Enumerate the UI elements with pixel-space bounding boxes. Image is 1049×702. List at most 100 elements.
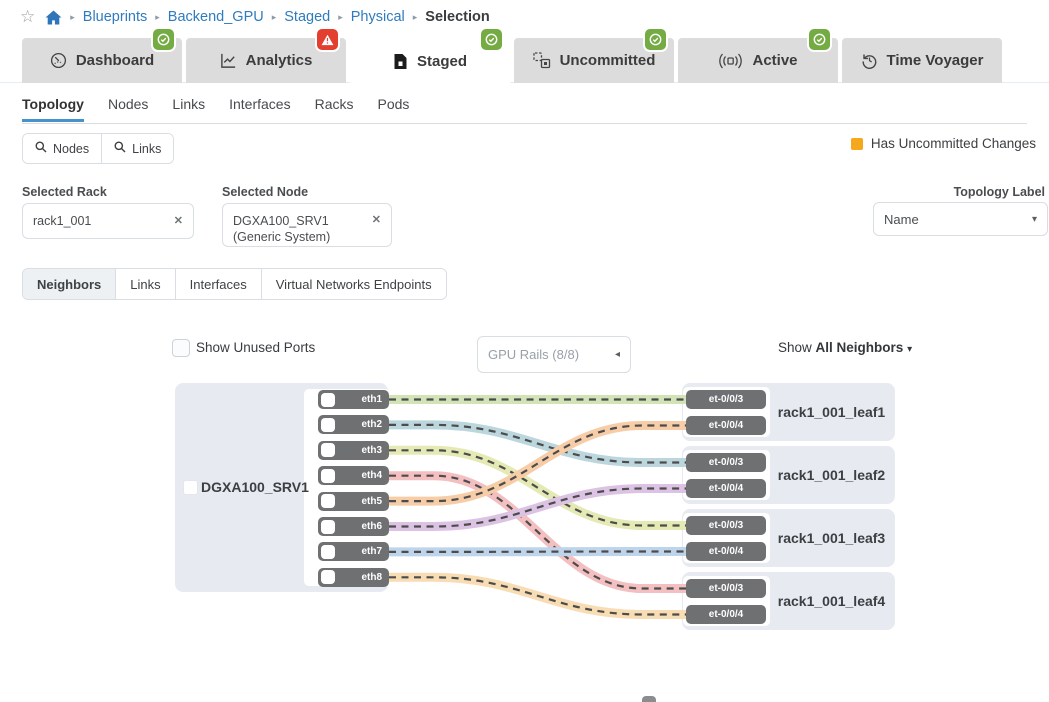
tab-label: Dashboard [75,52,155,69]
selected-node-value: DGXA100_SRV1 (Generic System) [233,214,331,245]
gpu-rails-select[interactable]: GPU Rails (8/8) ◂ [477,336,631,373]
port-checkbox[interactable] [321,443,335,458]
subtab-pods[interactable]: Pods [378,96,410,119]
breadcrumb-link-staged[interactable]: Staged [284,9,330,25]
server-port-eth8[interactable]: eth8 [318,567,389,587]
port-checkbox[interactable] [321,417,335,432]
uncommitted-icon [532,52,551,69]
success-badge-icon [153,29,174,50]
breadcrumb-separator-icon: ▸ [412,11,418,22]
link-dash-eth3 [389,449,686,527]
subtab-racks[interactable]: Racks [315,96,354,119]
show-neighbors-value: All Neighbors [815,340,904,355]
topology-search-group: Nodes Links [22,133,175,164]
link-dash-eth8 [389,576,686,616]
breadcrumb-separator-icon: ▸ [271,11,277,22]
link-dash-eth5 [389,424,686,503]
port-label: et-0/0/3 [708,457,744,468]
view-tab-neighbors[interactable]: Neighbors [23,269,117,299]
leaf-port-rack1-001-leaf2-et-0-0-3[interactable]: et-0/0/3 [686,453,766,472]
selected-rack-clear-icon[interactable]: ✕ [174,214,183,228]
port-checkbox[interactable] [321,494,335,509]
home-icon[interactable] [45,9,62,25]
tab-dashboard[interactable]: Dashboard [22,29,182,83]
uncommitted-changes-legend: Has Uncommitted Changes [850,136,1036,151]
gpu-rails-value: GPU Rails (8/8) [488,347,580,362]
port-checkbox[interactable] [321,468,335,483]
port-checkbox[interactable] [321,519,335,534]
port-label: eth7 [361,546,382,558]
view-tab-virtual-networks-endpoints[interactable]: Virtual Networks Endpoints [261,269,446,299]
subtab-links[interactable]: Links [172,96,205,119]
port-label: et-0/0/4 [708,420,744,431]
leaf-node-label: rack1_001_leaf2 [777,467,886,483]
tab-label: Uncommitted [559,52,656,69]
link-band-eth8 [389,572,686,619]
selected-node-label: Selected Node [222,185,309,199]
subtab-topology[interactable]: Topology [22,96,84,122]
gauge-icon [50,52,67,69]
search-nodes-button[interactable]: Nodes [23,134,103,163]
breadcrumb-current: Selection [425,9,490,25]
link-dash-eth4 [389,474,686,590]
server-port-eth1[interactable]: eth1 [318,390,389,409]
breadcrumb-link-backend-gpu[interactable]: Backend_GPU [168,9,264,25]
chevron-down-icon: ▾ [1031,213,1037,225]
server-port-eth2[interactable]: eth2 [318,415,389,435]
chevron-down-icon: ▾ [907,344,913,355]
breadcrumb-link-physical[interactable]: Physical [351,9,405,25]
search-icon [35,141,47,156]
leaf-node-label: rack1_001_leaf1 [777,404,886,420]
view-tab-interfaces[interactable]: Interfaces [175,269,262,299]
breadcrumb-separator-icon: ▸ [70,11,75,22]
selected-node-input[interactable]: DGXA100_SRV1 (Generic System) ✕ [222,203,392,247]
tab-analytics[interactable]: Analytics [186,29,346,83]
port-checkbox[interactable] [321,544,335,559]
tab-active[interactable]: Active [678,29,838,83]
leaf-port-rack1-001-leaf1-et-0-0-3[interactable]: et-0/0/3 [686,390,766,409]
leaf-port-rack1-001-leaf2-et-0-0-4[interactable]: et-0/0/4 [686,479,766,498]
show-unused-ports-checkbox[interactable] [172,339,190,357]
favorite-star-icon[interactable]: ☆ [20,7,35,27]
leaf-port-rack1-001-leaf4-et-0-0-4[interactable]: et-0/0/4 [686,605,766,624]
leaf-port-rack1-001-leaf3-et-0-0-3[interactable]: et-0/0/3 [686,516,766,535]
search-links-button[interactable]: Links [102,134,174,163]
selected-rack-label: Selected Rack [22,185,107,199]
selected-node-clear-icon[interactable]: ✕ [372,213,381,227]
tab-time-voyager[interactable]: Time Voyager [842,38,1002,83]
port-checkbox[interactable] [321,392,335,407]
server-port-eth7[interactable]: eth7 [318,542,389,562]
server-node-checkbox[interactable] [183,480,198,495]
topology-label-select[interactable]: Name ▾ [873,202,1048,236]
success-badge-icon [645,29,666,50]
server-port-eth4[interactable]: eth4 [318,466,389,486]
tab-uncommitted[interactable]: Uncommitted [514,29,674,83]
tab-label: Active [752,52,798,69]
warning-badge-icon [317,29,338,50]
show-neighbors-prefix: Show [778,340,812,355]
link-band-eth2 [389,420,686,467]
success-badge-icon [481,29,502,50]
topology-label-label: Topology Label [953,185,1045,199]
server-port-eth5[interactable]: eth5 [318,491,389,511]
port-label: eth6 [361,521,382,532]
search-button-label: Nodes [53,141,90,156]
subtab-interfaces[interactable]: Interfaces [229,96,290,119]
leaf-port-rack1-001-leaf3-et-0-0-4[interactable]: et-0/0/4 [686,542,766,561]
uncommitted-changes-swatch [850,137,863,150]
port-label: eth4 [361,470,382,482]
leaf-port-rack1-001-leaf4-et-0-0-3[interactable]: et-0/0/3 [686,579,766,598]
show-neighbors-dropdown[interactable]: Show All Neighbors ▾ [778,340,912,355]
port-checkbox[interactable] [321,570,335,585]
selected-rack-input[interactable]: rack1_001 ✕ [22,203,194,239]
uncommitted-changes-label: Has Uncommitted Changes [870,136,1036,151]
view-tab-links[interactable]: Links [116,269,176,299]
tab-staged[interactable]: Staged [350,29,510,84]
breadcrumb-separator-icon: ▸ [338,11,343,22]
server-port-eth6[interactable]: eth6 [318,517,389,536]
link-dash-eth2 [389,423,686,464]
server-port-eth3[interactable]: eth3 [318,440,389,460]
subtab-nodes[interactable]: Nodes [108,96,148,119]
breadcrumb-link-blueprints[interactable]: Blueprints [83,9,147,25]
leaf-port-rack1-001-leaf1-et-0-0-4[interactable]: et-0/0/4 [686,416,766,435]
